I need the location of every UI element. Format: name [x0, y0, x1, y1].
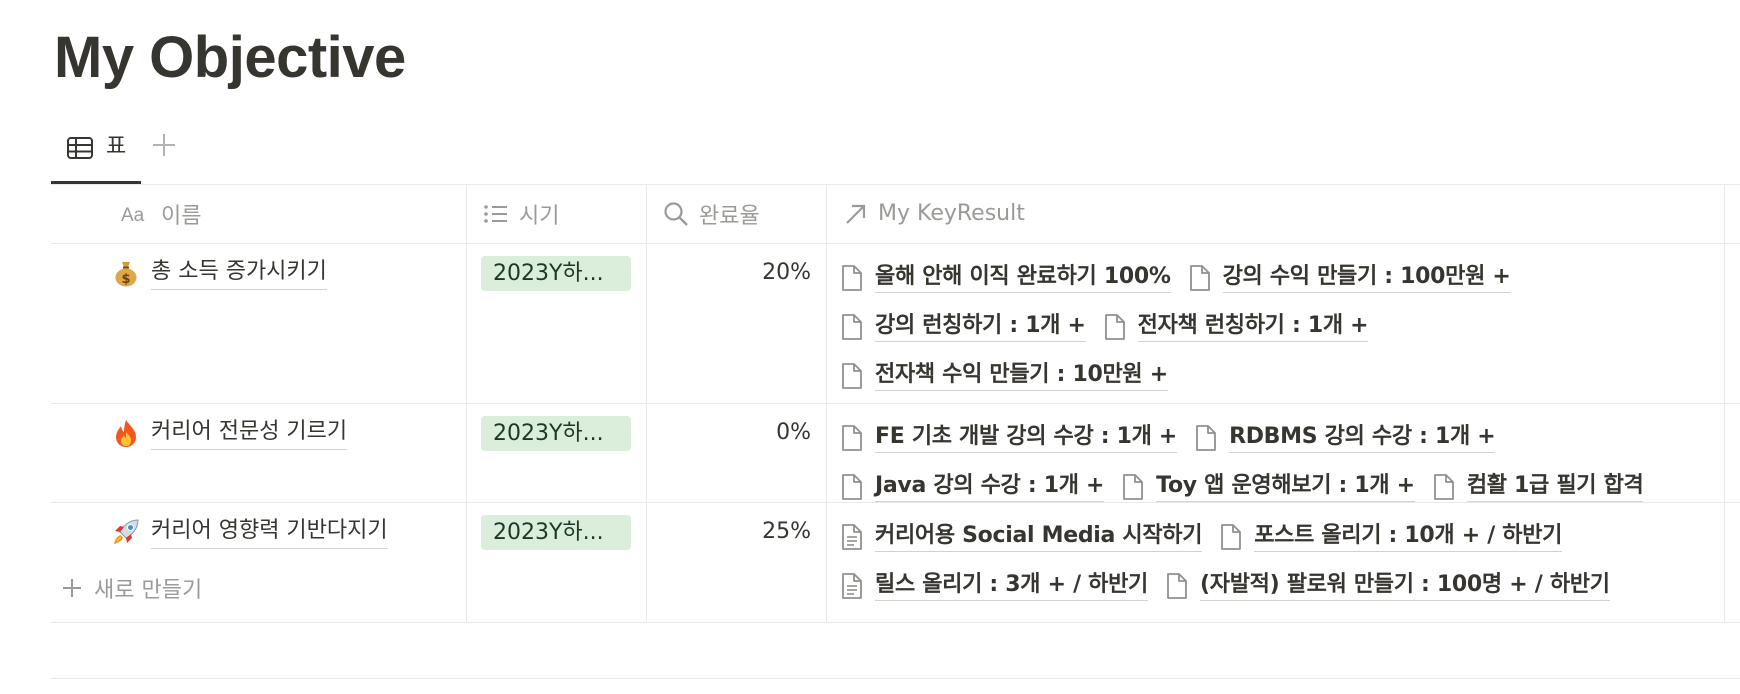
key-result-line: 전자책 수익 만들기 : 10만원 +	[841, 351, 1740, 400]
key-result-link[interactable]: 릴스 올리기 : 3개 + / 하반기	[841, 570, 1148, 601]
key-result-line: 강의 런칭하기 : 1개 + 전자책 런칭하기 : 1개 +	[841, 302, 1740, 351]
tab-label: 표	[106, 134, 127, 159]
text-property-icon: Aa	[121, 205, 145, 226]
key-result-label: 릴스 올리기 : 3개 + / 하반기	[875, 570, 1148, 601]
fire-icon	[116, 419, 136, 447]
objective-name: 총 소득 증가시키기	[151, 255, 327, 290]
key-result-label: Java 강의 수강 : 1개 +	[875, 471, 1104, 502]
period-tag[interactable]: 2023Y하...	[481, 256, 631, 291]
row-name-cell[interactable]: 커리어 전문성 기르기	[111, 415, 348, 450]
page-icon	[842, 264, 862, 291]
page-icon	[842, 313, 862, 340]
key-result-link[interactable]: RDBMS 강의 수강 : 1개 +	[1195, 422, 1496, 453]
key-result-label: (자발적) 팔로워 만들기 : 100명 + / 하반기	[1200, 570, 1610, 601]
key-result-link[interactable]: 올해 안해 이직 완료하기 100%	[841, 262, 1171, 293]
list-property-icon	[484, 204, 507, 223]
svg-text:$: $	[121, 272, 130, 287]
page-icon	[842, 362, 862, 389]
completion-value: 20%	[762, 260, 811, 285]
key-result-label: 포스트 올리기 : 10개 + / 하반기	[1254, 521, 1562, 552]
key-result-link[interactable]: (자발적) 팔로워 만들기 : 100명 + / 하반기	[1166, 570, 1610, 601]
objective-name: 커리어 영향력 기반다지기	[151, 514, 388, 549]
rocket-icon	[114, 518, 139, 544]
key-result-link[interactable]: 전자책 런칭하기 : 1개 +	[1104, 311, 1369, 342]
add-view-plus-icon[interactable]	[147, 128, 181, 162]
key-result-label: 강의 런칭하기 : 1개 +	[875, 311, 1086, 342]
key-result-link[interactable]: 전자책 수익 만들기 : 10만원 +	[841, 360, 1168, 391]
key-result-link[interactable]: 포스트 올리기 : 10개 + / 하반기	[1220, 521, 1562, 552]
key-result-label: 강의 수익 만들기 : 100만원 +	[1222, 262, 1511, 293]
completion-value: 25%	[762, 519, 811, 544]
column-header-period[interactable]: 시기	[483, 184, 559, 243]
page-icon	[1123, 473, 1144, 500]
key-result-label: 전자책 수익 만들기 : 10만원 +	[875, 360, 1168, 391]
page-icon	[1167, 572, 1187, 599]
page-icon	[1104, 313, 1125, 340]
key-result-line: 커리어용 Social Media 시작하기 포스트 올리기 : 10개 + /…	[841, 512, 1740, 561]
page-title: My Objective	[54, 25, 406, 90]
objective-name: 커리어 전문성 기르기	[151, 415, 348, 450]
search-icon	[664, 201, 688, 226]
key-result-line: FE 기초 개발 강의 수강 : 1개 + RDBMS 강의 수강 : 1개 +	[841, 413, 1740, 462]
page-icon	[842, 424, 862, 451]
tab-table-view[interactable]: 표	[51, 124, 141, 184]
key-result-cell[interactable]: FE 기초 개발 강의 수강 : 1개 + RDBMS 강의 수강 : 1개 +…	[841, 413, 1740, 511]
page-icon	[1189, 264, 1210, 291]
completion-value: 0%	[776, 420, 811, 445]
column-header-label: My KeyResult	[878, 201, 1025, 226]
key-result-label: Toy 앱 운영해보기 : 1개 +	[1156, 471, 1415, 502]
new-row-button[interactable]: 새로 만들기	[60, 572, 202, 604]
key-result-link[interactable]: Toy 앱 운영해보기 : 1개 +	[1122, 471, 1415, 502]
plus-icon	[63, 579, 81, 597]
view-tab-bar: 표	[51, 124, 1740, 184]
key-result-label: 커리어용 Social Media 시작하기	[875, 521, 1202, 552]
row-name-cell[interactable]: 커리어 영향력 기반다지기	[111, 514, 388, 549]
page-icon	[1196, 424, 1216, 451]
column-header-completion[interactable]: 완료율	[663, 184, 760, 243]
column-header-key-result[interactable]: My KeyResult	[844, 184, 1025, 243]
key-result-cell[interactable]: 올해 안해 이직 완료하기 100% 강의 수익 만들기 : 100만원 + 강…	[841, 253, 1740, 400]
table-bottom-border	[51, 678, 1740, 679]
column-header-label: 완료율	[699, 203, 760, 229]
key-result-link[interactable]: 강의 런칭하기 : 1개 +	[841, 311, 1086, 342]
svg-text:Aa: Aa	[121, 205, 145, 226]
key-result-cell[interactable]: 커리어용 Social Media 시작하기 포스트 올리기 : 10개 + /…	[841, 512, 1740, 610]
column-header-label: 시기	[519, 203, 560, 229]
page-icon	[1221, 523, 1242, 550]
key-result-link[interactable]: 컴활 1급 필기 합격	[1433, 471, 1644, 502]
key-result-link[interactable]: Java 강의 수강 : 1개 +	[841, 471, 1104, 502]
page-icon	[842, 473, 862, 500]
page-text-icon	[842, 523, 862, 550]
table-row[interactable]: 커리어 전문성 기르기 2023Y하... 0% FE 기초 개발 강의 수강 …	[51, 403, 1740, 502]
key-result-label: FE 기초 개발 강의 수강 : 1개 +	[875, 422, 1177, 453]
money-bag-icon: $	[115, 261, 137, 287]
key-result-label: RDBMS 강의 수강 : 1개 +	[1229, 422, 1496, 453]
key-result-line: 올해 안해 이직 완료하기 100% 강의 수익 만들기 : 100만원 +	[841, 253, 1740, 302]
row-name-cell[interactable]: $ 총 소득 증가시키기	[111, 255, 327, 290]
key-result-link[interactable]: 커리어용 Social Media 시작하기	[841, 521, 1202, 552]
page-text-icon	[842, 572, 862, 599]
period-tag[interactable]: 2023Y하...	[481, 416, 631, 451]
key-result-label: 올해 안해 이직 완료하기 100%	[875, 262, 1171, 293]
table-icon	[67, 137, 93, 159]
key-result-label: 전자책 런칭하기 : 1개 +	[1137, 311, 1369, 342]
table-row[interactable]: 커리어 영향력 기반다지기 2023Y하... 25% 커리어용 Social …	[51, 502, 1740, 622]
key-result-link[interactable]: 강의 수익 만들기 : 100만원 +	[1189, 262, 1511, 293]
key-result-link[interactable]: FE 기초 개발 강의 수강 : 1개 +	[841, 422, 1177, 453]
relation-arrow-icon	[846, 204, 866, 224]
period-tag[interactable]: 2023Y하...	[481, 515, 631, 550]
new-row-label: 새로 만들기	[94, 578, 203, 603]
key-result-line: 릴스 올리기 : 3개 + / 하반기 (자발적) 팔로워 만들기 : 100명…	[841, 561, 1740, 610]
column-header-name[interactable]: Aa 이름	[121, 184, 201, 243]
page-icon	[1433, 473, 1454, 500]
column-header-label: 이름	[161, 203, 202, 229]
row-divider	[51, 622, 1740, 623]
key-result-label: 컴활 1급 필기 합격	[1466, 471, 1644, 502]
table-row[interactable]: $ 총 소득 증가시키기 2023Y하... 20% 올해 안해 이직 완료하기…	[51, 243, 1740, 403]
